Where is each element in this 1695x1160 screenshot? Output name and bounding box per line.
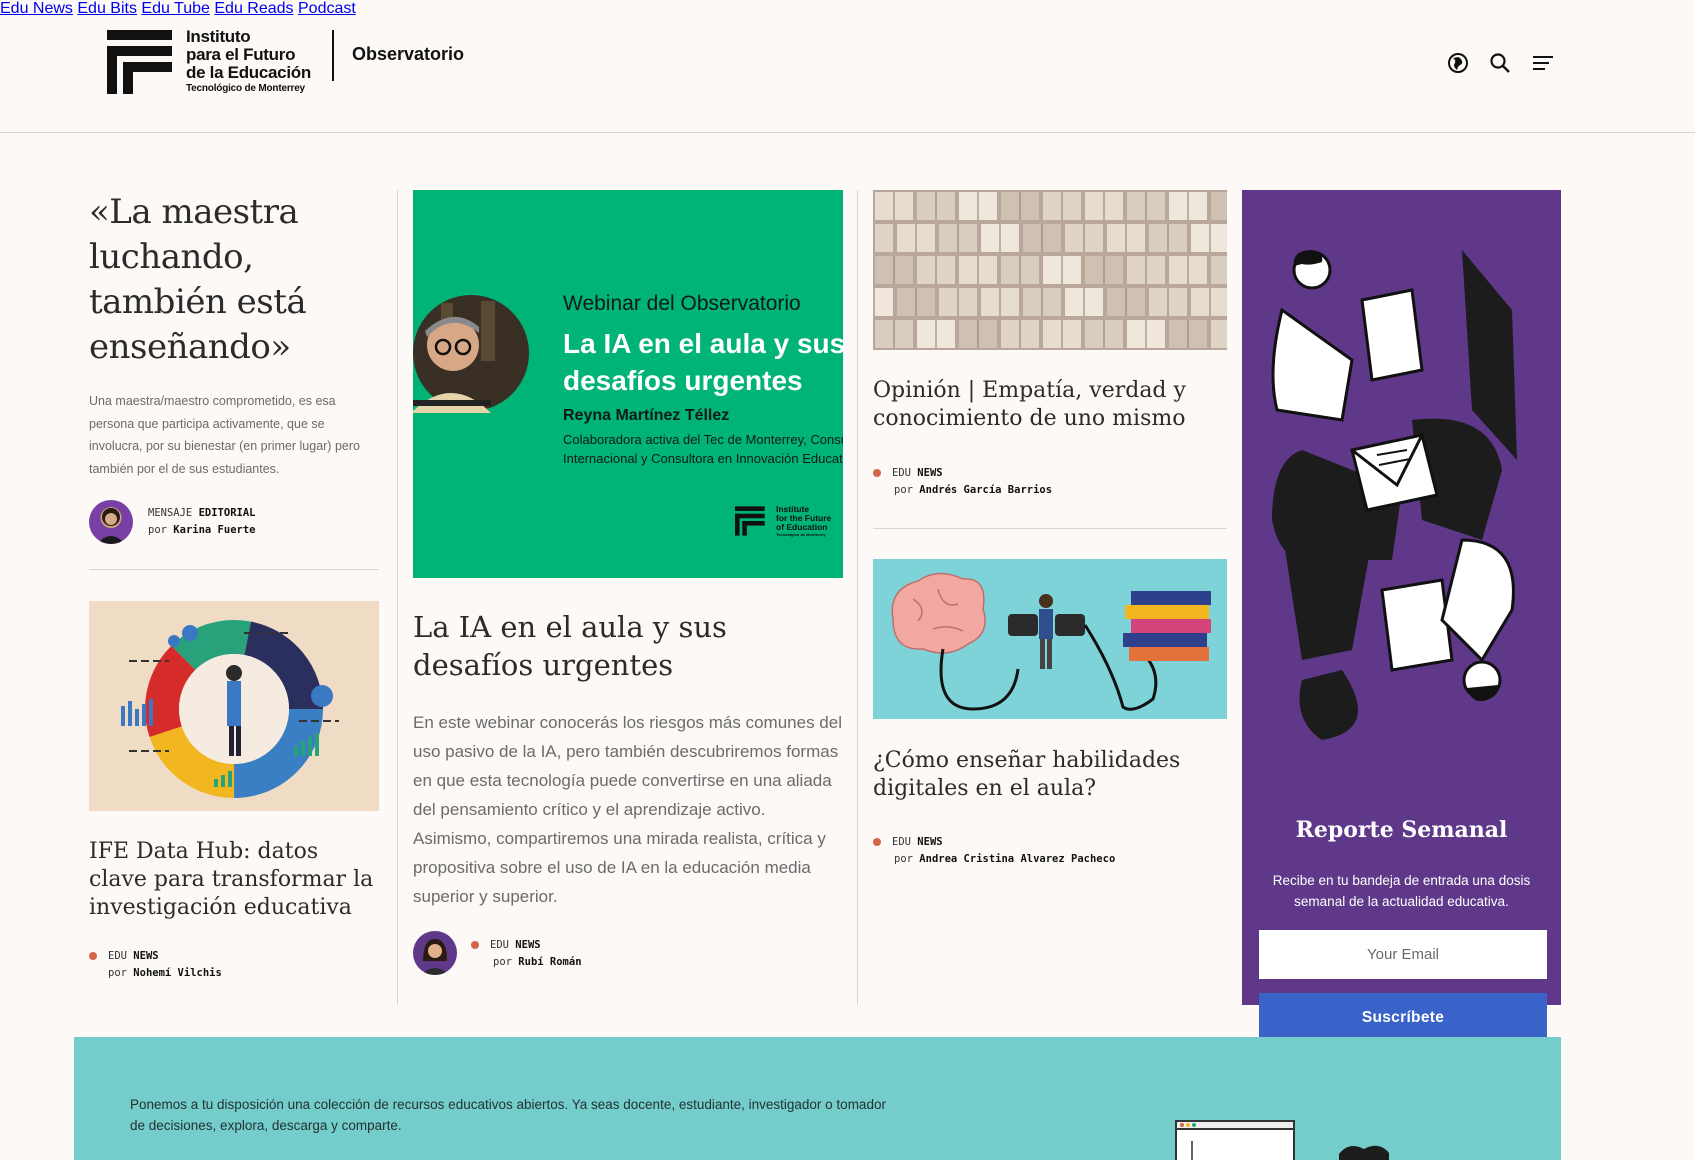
digital-skills-article-meta: EDU NEWS por Andrea Cristina Alvarez Pac… xyxy=(873,834,1115,868)
role-line-2: Internacional y Consultora en Innovación… xyxy=(563,451,843,466)
book-page xyxy=(1191,288,1227,316)
globe-icon[interactable] xyxy=(1447,52,1469,74)
author-name[interactable]: Andrés García Barrios xyxy=(919,484,1052,496)
opinion-article-meta: EDU NEWS por Andrés García Barrios xyxy=(873,465,1052,499)
digital-skills-article-title[interactable]: ¿Cómo enseñar habilidades digitales en e… xyxy=(873,747,1227,803)
book-page xyxy=(1191,224,1227,252)
webinar-article-title[interactable]: La IA en el aula y sus desafíos urgentes xyxy=(413,608,843,684)
webinar-article-meta: EDU NEWS por Rubí Román xyxy=(471,937,582,971)
open-resources-banner: Ponemos a tu disposición una colección d… xyxy=(74,1037,1561,1160)
category-label-strong: NEWS xyxy=(133,950,159,962)
by-prefix: por xyxy=(894,853,913,865)
category-label: EDU xyxy=(108,950,127,962)
nav-edu-tube[interactable]: Edu Tube xyxy=(141,0,210,17)
logo-divider xyxy=(332,30,334,81)
by-prefix: por xyxy=(493,956,512,968)
category-label-strong: NEWS xyxy=(515,939,541,951)
webinar-speaker: Reyna Martínez Téllez xyxy=(563,407,730,424)
by-prefix: por xyxy=(108,967,127,979)
category-label: MENSAJE xyxy=(148,507,193,519)
book-page xyxy=(1211,192,1227,220)
by-prefix: por xyxy=(894,484,913,496)
author-name[interactable]: Andrea Cristina Alvarez Pacheco xyxy=(919,853,1115,865)
webinar-overline: Webinar del Observatorio xyxy=(563,292,801,315)
banner-title-line-2: desafíos urgentes xyxy=(563,365,803,396)
newsletter-description: Recibe en tu bandeja de entrada una dosi… xyxy=(1272,873,1531,909)
small-logo-line-3: of Education xyxy=(776,522,828,532)
book-page xyxy=(873,288,893,316)
book-page xyxy=(1211,256,1227,284)
separator xyxy=(873,528,1227,529)
category-label: EDU xyxy=(490,939,509,951)
books-image[interactable] xyxy=(873,190,1227,350)
email-input[interactable] xyxy=(1259,930,1547,979)
book-page xyxy=(873,224,893,252)
book-page xyxy=(1211,320,1227,348)
ife-logo-small xyxy=(735,506,765,536)
category-dot xyxy=(89,952,97,960)
avatar xyxy=(89,500,133,544)
newsletter-illustration xyxy=(1271,250,1517,740)
category-dot xyxy=(471,941,479,949)
by-prefix: por xyxy=(148,524,167,536)
category-label-strong: EDITORIAL xyxy=(198,507,256,519)
webinar-banner[interactable]: Webinar del Observatorio La IA en el aul… xyxy=(413,190,843,578)
column-divider xyxy=(857,190,858,1005)
editorial-meta: MENSAJE EDITORIAL por Karina Fuerte xyxy=(148,505,256,539)
small-logo-sub: Tecnológico de Monterrey xyxy=(776,532,826,537)
logo-line-3: de la Educación xyxy=(186,63,311,82)
logo-line-1: Instituto xyxy=(186,27,251,46)
newsletter-panel: Reporte Semanal Recibe en tu bandeja de … xyxy=(1242,190,1561,1042)
logo-subtitle: Tecnológico de Monterrey xyxy=(186,83,305,94)
resources-illustration xyxy=(1175,1120,1389,1160)
logo-line-2: para el Futuro xyxy=(186,45,296,64)
search-icon[interactable] xyxy=(1489,52,1511,74)
category-label: EDU xyxy=(892,467,911,479)
newsletter-title: Reporte Semanal xyxy=(1295,817,1508,843)
webinar-banner-title: La IA en el aula y sus desafíos urgentes xyxy=(563,325,843,399)
brain-books-illustration[interactable] xyxy=(873,559,1227,719)
author-name[interactable]: Karina Fuerte xyxy=(173,524,255,536)
author-name[interactable]: Nohemí Vilchis xyxy=(133,967,222,979)
editorial-title[interactable]: «La maestra luchando, también está enseñ… xyxy=(89,190,379,370)
category-label: EDU xyxy=(892,836,911,848)
nav-edu-reads[interactable]: Edu Reads xyxy=(214,0,293,17)
separator xyxy=(89,569,379,570)
column-divider xyxy=(397,190,398,1005)
nav-podcast[interactable]: Podcast xyxy=(298,0,356,17)
role-line-1: Colaboradora activa del Tec de Monterrey… xyxy=(563,432,843,447)
ife-logo[interactable] xyxy=(107,30,177,94)
datahub-article-title[interactable]: IFE Data Hub: datos clave para transform… xyxy=(89,838,379,922)
editorial-description: Una maestra/maestro comprometido, es esa… xyxy=(89,394,360,476)
banner-title-line-1: La IA en el aula y sus xyxy=(563,328,843,359)
category-label-strong: NEWS xyxy=(917,836,943,848)
site-header: Instituto para el Futuro de la Educación… xyxy=(0,0,1695,133)
data-hub-illustration[interactable] xyxy=(89,601,379,811)
nav-edu-news[interactable]: Edu News xyxy=(0,0,73,17)
category-dot xyxy=(873,469,881,477)
open-resources-text: Ponemos a tu disposición una colección d… xyxy=(130,1097,886,1133)
section-name[interactable]: Observatorio xyxy=(352,44,464,65)
category-dot xyxy=(873,838,881,846)
menu-icon[interactable] xyxy=(1532,52,1554,74)
small-logo-wordmark: Institute for the Future of Education Te… xyxy=(776,505,831,538)
speaker-portrait xyxy=(413,295,529,413)
opinion-article-title[interactable]: Opinión | Empatía, verdad y conocimiento… xyxy=(873,377,1227,433)
category-label-strong: NEWS xyxy=(917,467,943,479)
subscribe-button[interactable]: Suscríbete xyxy=(1259,993,1547,1042)
webinar-article-description: En este webinar conocerás los riesgos má… xyxy=(413,713,842,906)
avatar xyxy=(413,931,457,975)
webinar-speaker-role: Colaboradora activa del Tec de Monterrey… xyxy=(563,430,843,468)
author-name[interactable]: Rubí Román xyxy=(518,956,581,968)
datahub-article-meta: EDU NEWS por Nohemí Vilchis xyxy=(89,948,222,982)
logo-wordmark: Instituto para el Futuro de la Educación… xyxy=(186,28,311,95)
nav-edu-bits[interactable]: Edu Bits xyxy=(77,0,137,17)
